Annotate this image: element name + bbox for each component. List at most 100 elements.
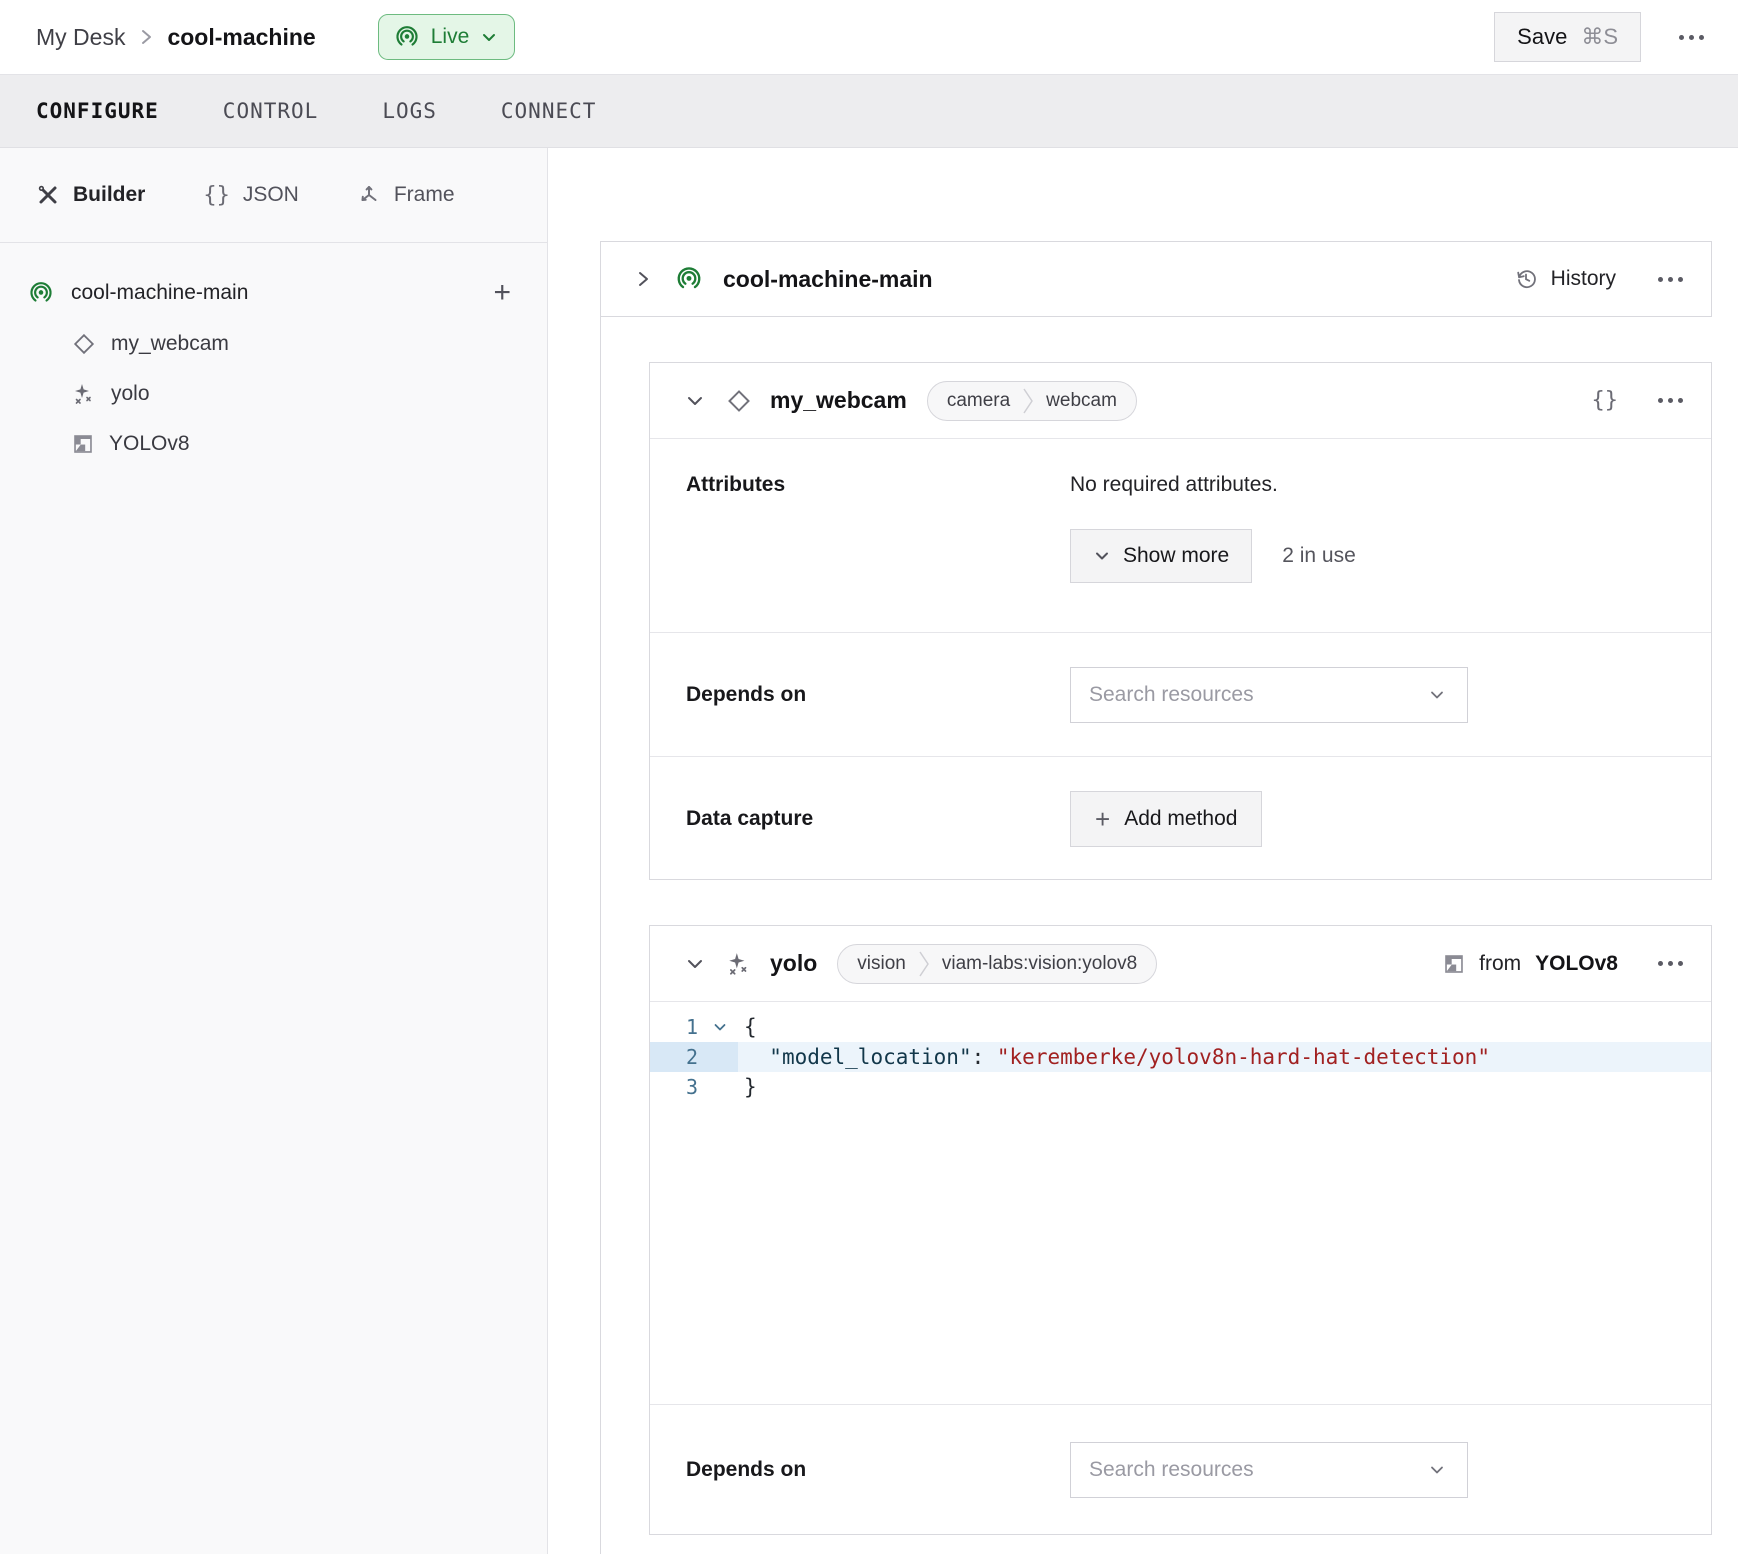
app-root: My Desk cool-machine Live xyxy=(0,0,1738,1554)
webcam-collapse-button[interactable] xyxy=(684,390,706,412)
breadcrumb-parent-link[interactable]: My Desk xyxy=(36,24,125,51)
depends-on-label: Depends on xyxy=(650,683,1070,707)
machine-part-panel: cool-machine-main History xyxy=(600,241,1712,317)
json-string-value: "keremberke/yolov8n-hard-hat-detection" xyxy=(997,1045,1490,1069)
resource-tree: cool-machine-main + my_webcam yolo xyxy=(0,243,547,469)
tree-item-label: YOLOv8 xyxy=(109,432,190,456)
module-icon xyxy=(1443,953,1465,975)
yolo-type-badge: vision viam-labs:vision:yolov8 xyxy=(837,944,1157,984)
yolo-card: yolo vision viam-labs:vision:yolov8 xyxy=(649,925,1712,1535)
tab-configure[interactable]: CONFIGURE xyxy=(36,99,159,123)
view-builder-label: Builder xyxy=(73,183,145,207)
chevron-down-icon xyxy=(1093,547,1111,565)
part-panel-expand-button[interactable] xyxy=(633,267,653,291)
live-chevron-down-icon xyxy=(480,28,498,46)
yolo-collapse-button[interactable] xyxy=(684,953,706,975)
badge-api-segment: vision xyxy=(838,953,918,975)
vision-service-icon xyxy=(726,951,752,977)
breadcrumb-chevron-icon xyxy=(139,26,153,48)
code-line-1: 1 { xyxy=(650,1012,1711,1042)
add-resource-button[interactable]: + xyxy=(493,278,511,308)
tab-logs[interactable]: LOGS xyxy=(382,99,437,123)
webcam-menu-button[interactable] xyxy=(1656,392,1685,409)
tree-item-label: yolo xyxy=(111,382,150,406)
module-icon xyxy=(72,433,94,455)
from-module-label: from YOLOv8 xyxy=(1443,952,1618,976)
tree-item-yolov8-module[interactable]: YOLOv8 xyxy=(28,419,511,469)
show-more-button[interactable]: Show more xyxy=(1070,529,1252,583)
view-frame-label: Frame xyxy=(394,183,455,207)
from-word: from xyxy=(1479,952,1521,976)
fold-toggle-icon[interactable] xyxy=(712,1012,738,1042)
part-panel-title: cool-machine-main xyxy=(723,266,933,293)
yolo-card-title: yolo xyxy=(770,950,817,977)
camera-component-icon xyxy=(726,388,752,414)
attributes-in-use-count: 2 in use xyxy=(1282,544,1356,568)
webcam-card: my_webcam camera webcam {} Attributes No… xyxy=(649,362,1712,880)
edit-json-button[interactable]: {} xyxy=(1592,388,1619,413)
tab-control[interactable]: CONTROL xyxy=(223,99,319,123)
depends-on-placeholder: Search resources xyxy=(1089,1458,1254,1482)
sidebar: Builder {} JSON Frame xyxy=(0,148,548,1554)
webcam-card-title: my_webcam xyxy=(770,387,907,414)
machine-menu-button[interactable] xyxy=(1677,29,1706,46)
save-button[interactable]: Save ⌘S xyxy=(1494,12,1641,62)
view-json[interactable]: {} JSON xyxy=(203,183,299,208)
camera-component-icon xyxy=(72,332,96,356)
history-icon xyxy=(1514,267,1538,291)
view-builder[interactable]: Builder xyxy=(36,183,145,207)
live-status-button[interactable]: Live xyxy=(378,14,516,60)
plus-icon: + xyxy=(1095,806,1110,832)
machine-part-icon xyxy=(28,280,54,306)
part-panel-menu-button[interactable] xyxy=(1656,271,1685,288)
code-text: } xyxy=(738,1072,1711,1102)
line-number: 2 xyxy=(650,1042,712,1072)
tree-item-yolo[interactable]: yolo xyxy=(28,369,511,419)
live-status-icon xyxy=(394,24,420,50)
save-shortcut: ⌘S xyxy=(1581,24,1618,50)
webcam-card-header: my_webcam camera webcam {} xyxy=(650,363,1711,439)
tree-root-machine-part[interactable]: cool-machine-main + xyxy=(28,267,511,319)
yolo-depends-section: Depends on Search resources xyxy=(650,1405,1711,1535)
line-number: 1 xyxy=(650,1012,712,1042)
chevron-down-icon xyxy=(1427,685,1447,705)
top-bar: My Desk cool-machine Live xyxy=(0,0,1738,75)
depends-on-select[interactable]: Search resources xyxy=(1070,667,1468,723)
tab-connect[interactable]: CONNECT xyxy=(501,99,597,123)
from-module-name: YOLOv8 xyxy=(1535,952,1618,976)
top-bar-actions: Save ⌘S xyxy=(1494,12,1706,62)
view-frame[interactable]: Frame xyxy=(357,183,455,207)
vision-service-icon xyxy=(72,382,96,406)
tree-root-label: cool-machine-main xyxy=(71,281,248,305)
breadcrumb: My Desk cool-machine Live xyxy=(36,14,515,60)
json-key: "model_location" xyxy=(769,1045,971,1069)
main-content: cool-machine-main History xyxy=(548,148,1738,1554)
depends-on-select[interactable]: Search resources xyxy=(1070,1442,1468,1498)
save-button-label: Save xyxy=(1517,24,1567,50)
json-attributes-editor[interactable]: 1 { 2 "model_location": "keremberke/yolo… xyxy=(650,1002,1711,1405)
add-method-button[interactable]: + Add method xyxy=(1070,791,1262,847)
yolo-card-header: yolo vision viam-labs:vision:yolov8 xyxy=(650,926,1711,1002)
depends-on-placeholder: Search resources xyxy=(1089,683,1254,707)
line-number: 3 xyxy=(650,1072,712,1102)
depends-on-label: Depends on xyxy=(650,1458,1070,1482)
history-button[interactable]: History xyxy=(1514,267,1616,291)
config-view-switcher: Builder {} JSON Frame xyxy=(0,148,547,243)
machine-part-icon xyxy=(675,265,703,293)
frame-axes-icon xyxy=(357,183,381,207)
attributes-empty-text: No required attributes. xyxy=(1070,473,1675,497)
webcam-depends-section: Depends on Search resources xyxy=(650,633,1711,757)
braces-icon: {} xyxy=(1592,388,1619,413)
tools-icon xyxy=(36,183,60,207)
tree-item-label: my_webcam xyxy=(111,332,229,356)
badge-api-segment: camera xyxy=(928,390,1022,412)
badge-model-segment: webcam xyxy=(1034,390,1136,412)
tree-item-my-webcam[interactable]: my_webcam xyxy=(28,319,511,369)
braces-icon: {} xyxy=(203,183,230,208)
machine-tabs: CONFIGURE CONTROL LOGS CONNECT xyxy=(0,75,1738,148)
yolo-menu-button[interactable] xyxy=(1656,955,1685,972)
webcam-type-badge: camera webcam xyxy=(927,381,1137,421)
webcam-attributes-section: Attributes No required attributes. Show … xyxy=(650,439,1711,633)
view-json-label: JSON xyxy=(243,183,299,207)
history-label: History xyxy=(1551,267,1616,291)
